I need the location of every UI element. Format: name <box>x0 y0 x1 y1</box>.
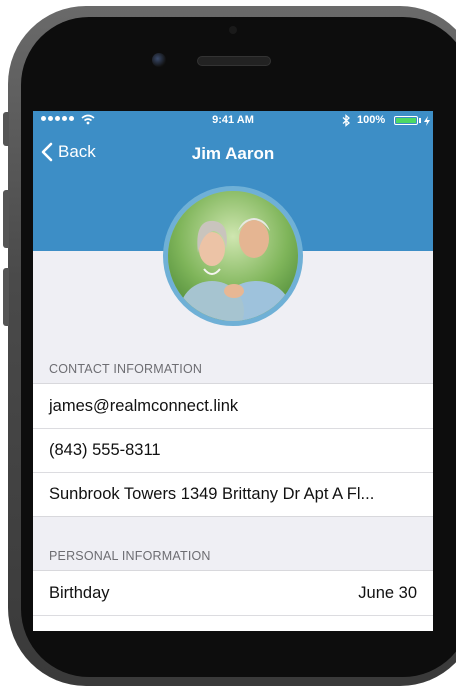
phone-row[interactable]: (843) 555-8311 <box>33 428 433 472</box>
phone-value: (843) 555-8311 <box>49 441 161 459</box>
bluetooth-icon <box>342 114 350 127</box>
battery-icon <box>394 116 418 125</box>
proximity-sensor <box>229 26 237 34</box>
personal-list: Birthday June 30 <box>33 570 433 631</box>
status-bar: 9:41 AM 100% <box>33 111 433 131</box>
earpiece-speaker <box>197 56 271 66</box>
contact-list: james@realmconnect.link (843) 555-8311 S… <box>33 383 433 517</box>
address-value: Sunbrook Towers 1349 Brittany Dr Apt A F… <box>49 485 375 503</box>
battery-percentage: 100% <box>357 114 386 126</box>
front-camera <box>152 53 166 67</box>
volume-down-button <box>3 268 9 326</box>
battery-cap <box>419 118 421 123</box>
email-row[interactable]: james@realmconnect.link <box>33 384 433 428</box>
email-value: james@realmconnect.link <box>49 396 239 415</box>
list-item[interactable] <box>33 615 433 631</box>
address-row[interactable]: Sunbrook Towers 1349 Brittany Dr Apt A F… <box>33 472 433 516</box>
birthday-label: Birthday <box>49 583 110 602</box>
navigation-bar: Back Jim Aaron <box>33 139 433 171</box>
phone-screen: 9:41 AM 100% Back Jim Aaron CONTACT INFO… <box>33 111 433 631</box>
charging-bolt-icon <box>424 116 430 126</box>
contact-section-header: CONTACT INFORMATION <box>49 362 203 376</box>
avatar[interactable] <box>163 186 303 326</box>
mute-switch <box>3 112 9 146</box>
birthday-row[interactable]: Birthday June 30 <box>33 571 433 615</box>
birthday-value: June 30 <box>358 583 417 602</box>
page-title: Jim Aaron <box>191 144 275 163</box>
volume-up-button <box>3 190 9 248</box>
profile-photo <box>168 191 298 321</box>
personal-section-header: PERSONAL INFORMATION <box>49 549 211 563</box>
